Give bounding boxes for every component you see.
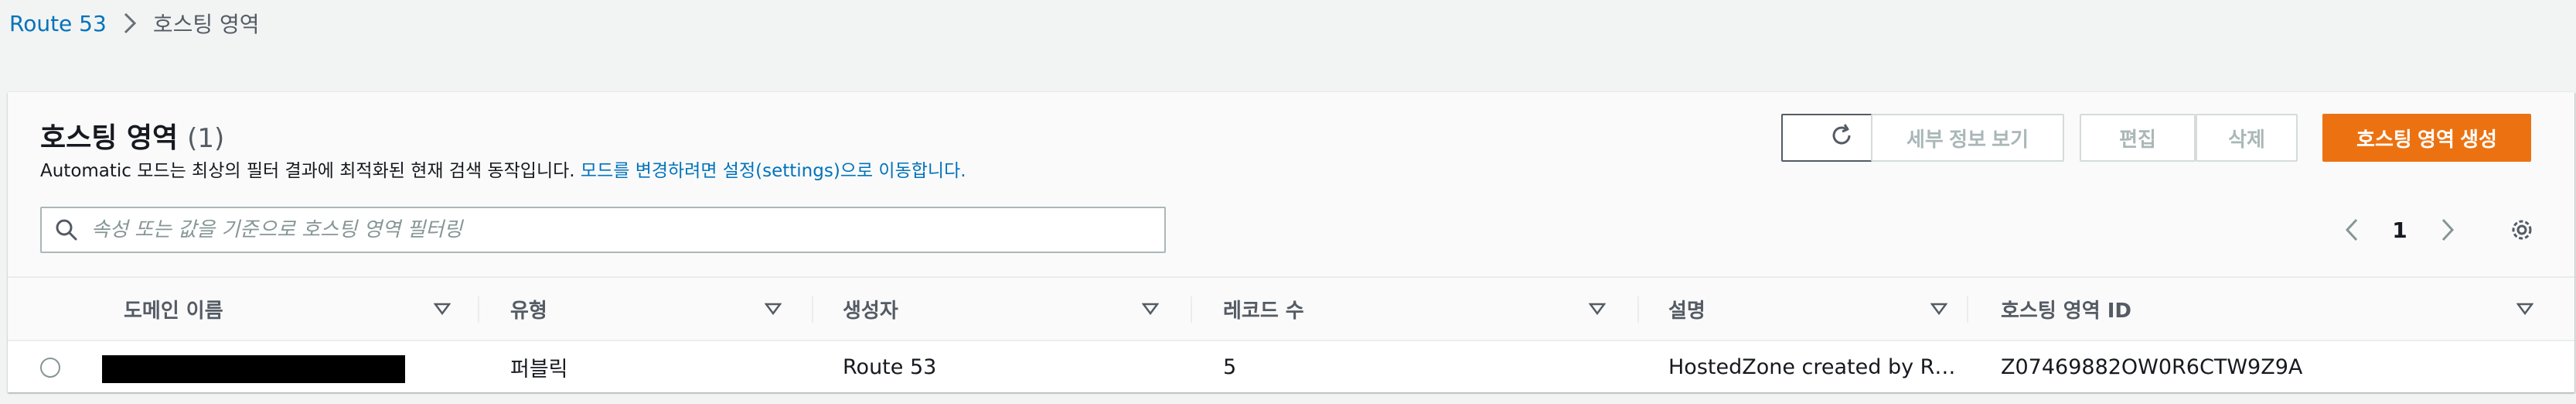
- refresh-icon: [1828, 122, 1855, 155]
- table-preferences-button[interactable]: [2499, 207, 2545, 253]
- column-divider[interactable]: [1967, 296, 1968, 323]
- search-field[interactable]: [40, 207, 1166, 253]
- zone-count: (1): [187, 123, 225, 154]
- column-divider[interactable]: [1191, 296, 1192, 323]
- gear-icon: [2512, 220, 2532, 240]
- sort-icon[interactable]: [1586, 299, 1608, 319]
- description-text: Automatic 모드는 최상의 필터 결과에 최적화된 현재 검색 동작입니…: [40, 161, 581, 181]
- sort-icon[interactable]: [762, 299, 784, 319]
- sort-icon[interactable]: [1928, 299, 1950, 319]
- hosted-zones-panel: 호스팅 영역 (1) Automatic 모드는 최상의 필터 결과에 최적화된…: [8, 92, 2574, 392]
- panel-header: 호스팅 영역 (1) Automatic 모드는 최상의 필터 결과에 최적화된…: [8, 92, 2574, 276]
- delete-button[interactable]: 삭제: [2196, 114, 2298, 162]
- chevron-right-icon: [114, 6, 145, 40]
- panel-description: Automatic 모드는 최상의 필터 결과에 최적화된 현재 검색 동작입니…: [40, 156, 966, 182]
- table-header: 도메인 이름 유형 생성자 레코드 수 설명 호스팅 영역 ID: [8, 276, 2574, 341]
- cell-zone-id: Z07469882OW0R6CTW9Z9A: [2001, 354, 2303, 379]
- chevron-left-icon: [2345, 218, 2358, 241]
- column-header-type[interactable]: 유형: [510, 278, 547, 340]
- breadcrumb-current: 호스팅 영역: [152, 12, 260, 37]
- sort-icon[interactable]: [1140, 299, 1161, 319]
- sort-icon[interactable]: [2514, 299, 2536, 319]
- row-select-radio[interactable]: [40, 358, 60, 378]
- column-divider[interactable]: [812, 296, 813, 323]
- panel-title-row: 호스팅 영역 (1): [40, 115, 224, 156]
- next-page-button[interactable]: [2428, 207, 2468, 253]
- search-input[interactable]: [91, 208, 1164, 252]
- cell-type: 퍼블릭: [510, 357, 568, 382]
- domain-name-redacted[interactable]: [102, 355, 405, 383]
- create-hosted-zone-button[interactable]: 호스팅 영역 생성: [2322, 114, 2531, 162]
- breadcrumb: Route 53 호스팅 영역: [9, 6, 260, 40]
- page-title: 호스팅 영역: [40, 122, 179, 154]
- cell-description: HostedZone created by R…: [1668, 354, 1954, 379]
- column-header-created-by[interactable]: 생성자: [843, 278, 898, 340]
- cell-created-by: Route 53: [843, 354, 937, 379]
- previous-page-button[interactable]: [2332, 207, 2372, 253]
- settings-link[interactable]: 모드를 변경하려면 설정(settings)으로 이동합니다.: [581, 161, 966, 181]
- breadcrumb-route53-link[interactable]: Route 53: [9, 11, 107, 36]
- table-row[interactable]: 퍼블릭 Route 53 5 HostedZone created by R… …: [8, 341, 2574, 392]
- search-icon: [42, 208, 91, 252]
- edit-button[interactable]: 편집: [2080, 114, 2196, 162]
- column-header-zone-id[interactable]: 호스팅 영역 ID: [2001, 278, 2131, 340]
- chevron-right-icon: [2441, 218, 2455, 241]
- current-page-number[interactable]: 1: [2380, 207, 2420, 253]
- column-header-domain[interactable]: 도메인 이름: [124, 278, 223, 340]
- column-divider[interactable]: [478, 296, 479, 323]
- column-header-record-count[interactable]: 레코드 수: [1223, 278, 1304, 340]
- cell-record-count: 5: [1223, 354, 1237, 379]
- column-header-description[interactable]: 설명: [1668, 278, 1705, 340]
- view-details-button[interactable]: 세부 정보 보기: [1871, 114, 2064, 162]
- sort-icon[interactable]: [431, 299, 453, 319]
- column-divider[interactable]: [1637, 296, 1639, 323]
